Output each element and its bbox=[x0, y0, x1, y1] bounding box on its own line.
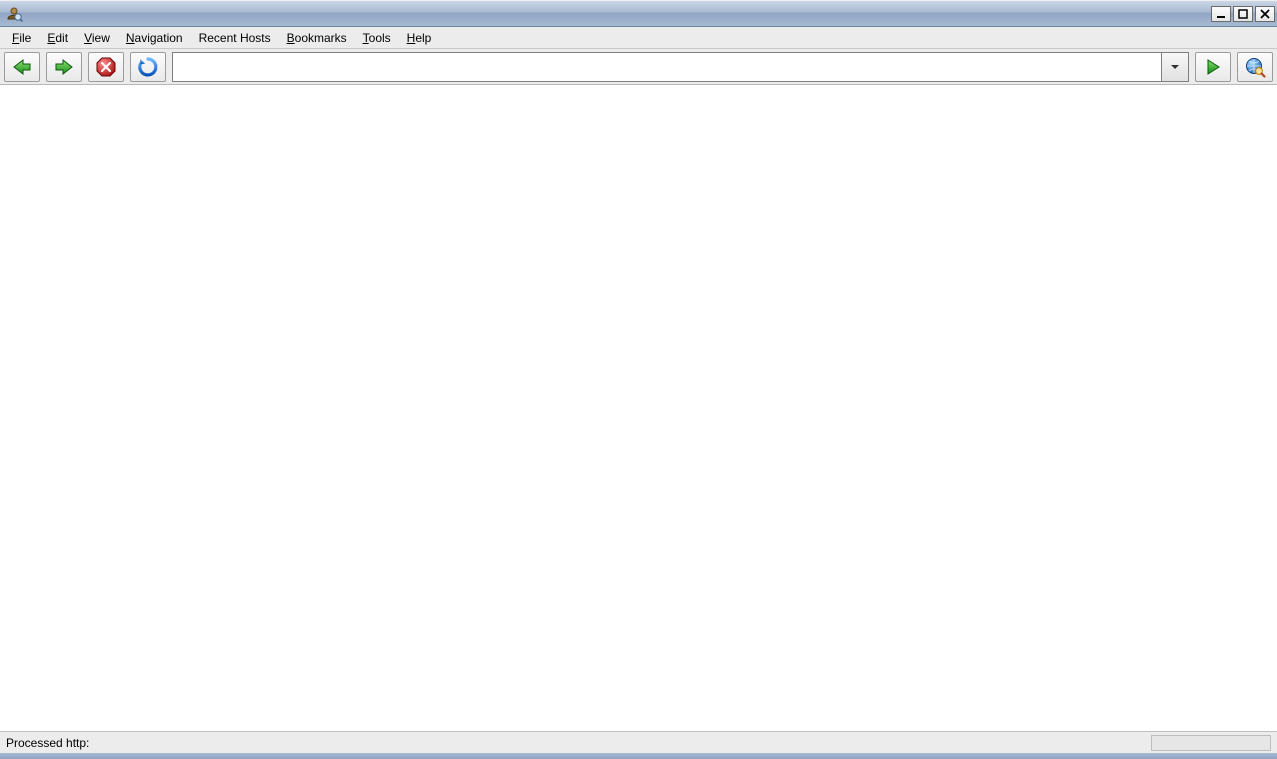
status-progress-cell bbox=[1151, 735, 1271, 751]
menu-bookmarks-label: Bookmarks bbox=[287, 31, 347, 45]
menu-navigation-label: Navigation bbox=[126, 31, 183, 45]
menu-help[interactable]: Help bbox=[399, 27, 440, 48]
menu-recent-hosts[interactable]: Recent Hosts bbox=[191, 27, 279, 48]
minimize-button[interactable] bbox=[1211, 6, 1231, 22]
menu-navigation[interactable]: Navigation bbox=[118, 27, 191, 48]
window-frame-bottom bbox=[0, 753, 1277, 759]
menu-tools-label: Tools bbox=[363, 31, 391, 45]
menu-edit[interactable]: Edit bbox=[39, 27, 76, 48]
stop-button[interactable] bbox=[88, 52, 124, 82]
search-web-button[interactable] bbox=[1237, 52, 1273, 82]
go-button[interactable] bbox=[1195, 52, 1231, 82]
menu-file[interactable]: File bbox=[4, 27, 39, 48]
back-button[interactable] bbox=[4, 52, 40, 82]
address-bar bbox=[172, 52, 1189, 82]
chevron-down-icon bbox=[1170, 62, 1180, 72]
title-bar bbox=[0, 0, 1277, 27]
toolbar bbox=[0, 49, 1277, 85]
address-dropdown-button[interactable] bbox=[1161, 52, 1189, 82]
menu-bar: File Edit View Navigation Recent Hosts B… bbox=[0, 27, 1277, 49]
menu-view[interactable]: View bbox=[76, 27, 118, 48]
reload-button[interactable] bbox=[130, 52, 166, 82]
maximize-button[interactable] bbox=[1233, 6, 1253, 22]
app-icon bbox=[4, 4, 24, 24]
menu-help-label: Help bbox=[407, 31, 432, 45]
close-button[interactable] bbox=[1255, 6, 1275, 22]
content-viewport[interactable] bbox=[0, 85, 1277, 731]
status-text: Processed http: bbox=[6, 736, 1151, 750]
menu-file-label: File bbox=[12, 31, 31, 45]
status-bar: Processed http: bbox=[0, 731, 1277, 753]
menu-view-label: View bbox=[84, 31, 110, 45]
forward-button[interactable] bbox=[46, 52, 82, 82]
menu-edit-label: Edit bbox=[47, 31, 68, 45]
menu-tools[interactable]: Tools bbox=[355, 27, 399, 48]
menu-recent-hosts-label: Recent Hosts bbox=[199, 31, 271, 45]
menu-bookmarks[interactable]: Bookmarks bbox=[279, 27, 355, 48]
address-input[interactable] bbox=[172, 52, 1161, 82]
